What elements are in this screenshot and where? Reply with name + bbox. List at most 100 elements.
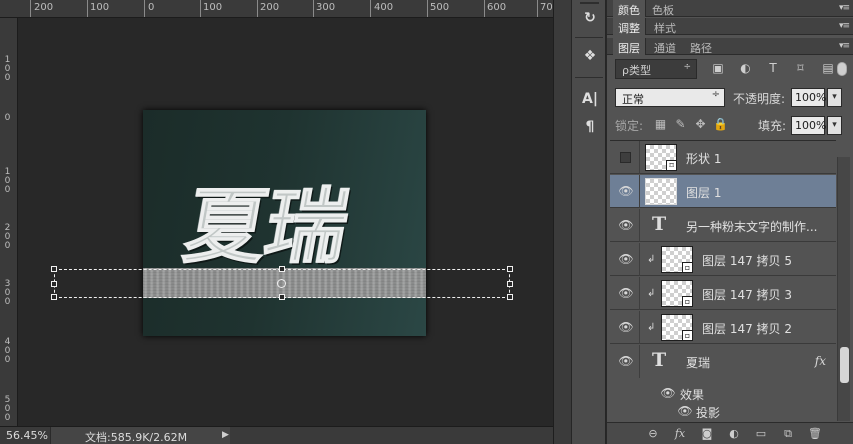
fill-field[interactable]: 100% (791, 116, 826, 135)
eye-icon[interactable]: 👁 (617, 321, 635, 333)
visibility-off-box[interactable] (620, 152, 631, 163)
add-mask-icon[interactable]: ◙ (699, 427, 715, 441)
fill-dropdown-icon[interactable]: ▾ (827, 116, 842, 135)
ruler-label: 0 (148, 2, 155, 13)
eye-icon[interactable]: 👁 (676, 405, 694, 417)
select-caret-icon: ÷ (683, 62, 691, 72)
ruler-label: 500 (430, 2, 450, 13)
transform-handle[interactable] (507, 266, 513, 272)
new-group-icon[interactable]: ▭ (753, 427, 769, 441)
transform-handle[interactable] (51, 281, 57, 287)
document-info: 文档:585.9K/2.62M (50, 427, 230, 444)
ruler-tick (313, 0, 314, 17)
eye-icon[interactable]: 👁 (659, 387, 677, 399)
eye-icon[interactable]: 👁 (617, 219, 635, 231)
smartobject-filter-icon[interactable]: ▤ (821, 60, 835, 76)
tab-channels[interactable]: 通道 (649, 38, 681, 55)
layer-row-selected[interactable]: 👁 图层 1 (610, 175, 836, 208)
paragraph-icon[interactable]: ¶ (580, 117, 600, 137)
layer-name[interactable]: 夏瑞 (686, 354, 710, 371)
3d-icon[interactable]: ❖ (580, 46, 600, 66)
layer-row[interactable]: 👁 ↲ ▫ 图层 147 拷贝 2 (610, 311, 836, 344)
eye-icon[interactable]: 👁 (617, 287, 635, 299)
filter-toggle-switch[interactable] (837, 62, 847, 76)
zoom-level[interactable]: 56.45% (6, 429, 48, 442)
pixel-filter-icon[interactable]: ▣ (711, 60, 725, 76)
shape-badge-icon: ⌑ (666, 160, 677, 171)
ruler-tick (144, 0, 145, 17)
filter-icons: ▣ ◐ T ⌑ ▤ (711, 60, 835, 78)
status-bar: 56.45% 文档:585.9K/2.62M ▶ (0, 426, 553, 444)
panel-menu-icon[interactable]: ▾≡ (839, 21, 850, 31)
history-icon[interactable]: ↻ (580, 8, 600, 28)
layers-scrollbar[interactable] (837, 157, 850, 421)
tab-color[interactable]: 颜色 (613, 0, 646, 17)
clipping-mask-icon: ↲ (647, 254, 656, 265)
tab-paths[interactable]: 路径 (685, 38, 717, 55)
ruler-label: 70 (540, 2, 553, 13)
row-separator (639, 243, 640, 276)
layer-row[interactable]: 👁 T 另一种粉末文字的制作... (610, 209, 836, 242)
layers-panel-tabs: 图层 通道 路径 ▾≡ (607, 38, 853, 55)
document-title-text: 夏瑞 (177, 180, 355, 276)
lock-image-brush-icon[interactable]: ✎ (674, 118, 687, 131)
ruler-tick (427, 0, 428, 17)
text-layer-icon: T (652, 349, 667, 371)
layer-row[interactable]: ⌑ 形状 1 (610, 141, 836, 174)
layer-effects-fx-icon[interactable]: fx (815, 354, 826, 368)
blend-mode-select[interactable]: 正常 ÷ (615, 88, 725, 107)
adjustment-layer-icon[interactable]: ◐ (726, 427, 742, 441)
type-filter-icon[interactable]: T (766, 60, 780, 76)
layer-thumbnail (645, 178, 677, 205)
tab-swatches[interactable]: 色板 (647, 0, 679, 17)
dock-separator (575, 77, 603, 78)
layer-name[interactable]: 图层 147 拷贝 3 (702, 286, 792, 303)
lock-transparent-icon[interactable]: ▦ (654, 118, 667, 131)
panel-menu-icon[interactable]: ▾≡ (839, 41, 850, 51)
ruler-tick (370, 0, 371, 17)
shape-filter-icon[interactable]: ⌑ (794, 60, 808, 76)
blend-mode-value: 正常 (622, 93, 644, 106)
adjustment-filter-icon[interactable]: ◐ (739, 60, 753, 76)
filter-type-select[interactable]: ρ类型 ÷ (615, 59, 697, 79)
tab-layers[interactable]: 图层 (613, 38, 646, 55)
layer-name[interactable]: 形状 1 (686, 150, 721, 167)
opacity-field[interactable]: 100% (791, 88, 826, 107)
panel-menu-icon[interactable]: ▾≡ (839, 3, 850, 13)
layer-name[interactable]: 图层 1 (686, 184, 721, 201)
transform-handle[interactable] (51, 294, 57, 300)
blend-row: 正常 ÷ 不透明度: 100% ▾ (615, 88, 847, 108)
link-layers-icon[interactable]: ⊖ (645, 427, 661, 441)
fx-icon[interactable]: fx (672, 427, 688, 441)
layer-row[interactable]: 👁 T 夏瑞 fx (610, 345, 836, 378)
layer-name[interactable]: 图层 147 拷贝 2 (702, 320, 792, 337)
eye-icon[interactable]: 👁 (617, 253, 635, 265)
layer-thumbnail: ▫ (661, 246, 693, 273)
layer-row[interactable]: 👁 ↲ ▫ 图层 147 拷贝 5 (610, 243, 836, 276)
row-separator (639, 209, 640, 242)
effect-row[interactable]: 👁 投影 (610, 402, 836, 420)
document-canvas[interactable]: 夏瑞 (143, 110, 426, 336)
transform-handle[interactable] (507, 281, 513, 287)
scrollbar-thumb[interactable] (840, 347, 849, 383)
transform-handle[interactable] (507, 294, 513, 300)
lock-all-icon[interactable]: 🔒 (713, 118, 728, 131)
character-icon[interactable]: A| (580, 89, 600, 109)
layer-name[interactable]: 图层 147 拷贝 5 (702, 252, 792, 269)
opacity-dropdown-icon[interactable]: ▾ (827, 88, 842, 107)
layer-name[interactable]: 另一种粉末文字的制作... (686, 218, 817, 235)
new-layer-icon[interactable]: ⧉ (780, 427, 796, 441)
eye-icon[interactable]: 👁 (617, 355, 635, 367)
eye-icon[interactable]: 👁 (617, 185, 635, 197)
dock-grip[interactable] (580, 2, 599, 4)
tab-styles[interactable]: 样式 (649, 18, 681, 35)
delete-layer-icon[interactable]: 🗑 (807, 427, 823, 441)
transform-handle[interactable] (51, 266, 57, 272)
tab-adjustments[interactable]: 调整 (613, 18, 646, 35)
canvas-area[interactable]: 夏瑞 (19, 19, 553, 425)
layer-row[interactable]: 👁 ↲ ▫ 图层 147 拷贝 3 (610, 277, 836, 310)
effects-row[interactable]: 👁 效果 (610, 384, 836, 402)
lock-position-icon[interactable]: ✥ (694, 118, 707, 131)
ruler-tick (30, 0, 31, 17)
status-menu-arrow-icon[interactable]: ▶ (222, 430, 229, 440)
